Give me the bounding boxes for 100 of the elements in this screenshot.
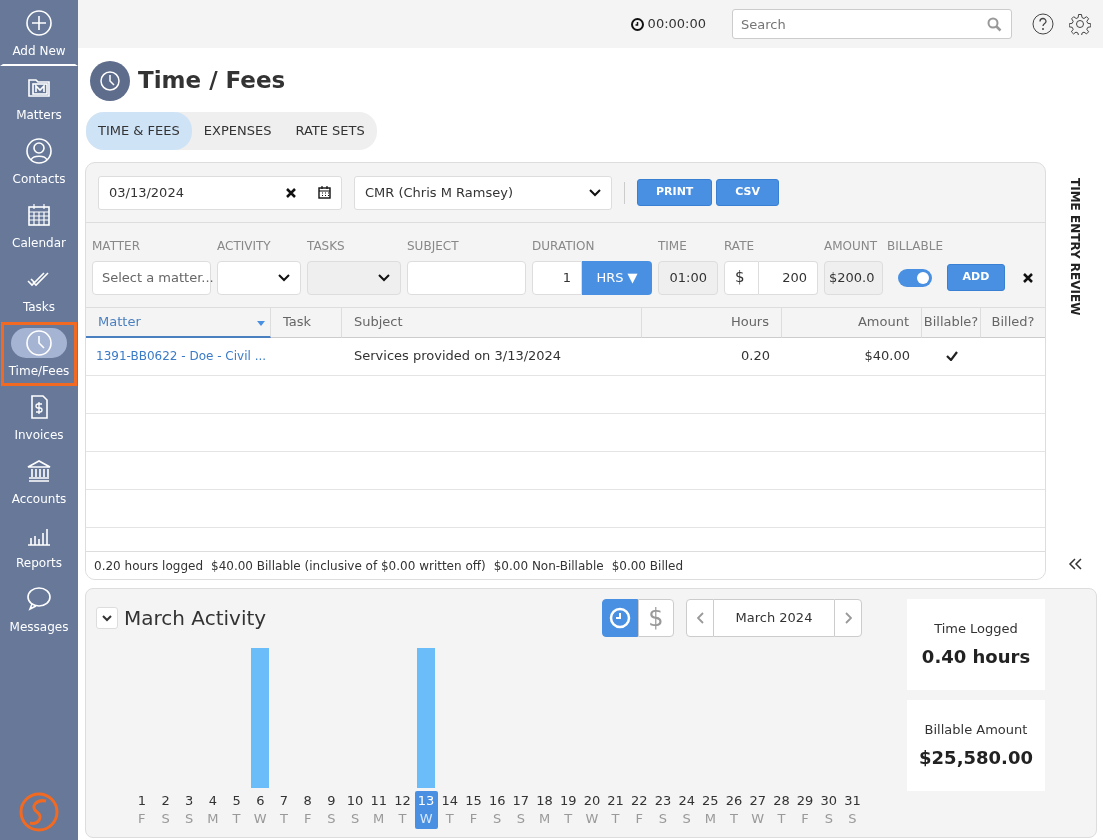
- clock-icon: [630, 17, 644, 31]
- day-tile[interactable]: 23 S: [651, 791, 675, 829]
- month-label: March 2024: [714, 599, 834, 637]
- clock-icon: [90, 61, 130, 101]
- sidebar-item[interactable]: Invoices: [1, 386, 77, 450]
- column-header[interactable]: Amount: [782, 307, 922, 338]
- day-tile[interactable]: 18 M: [533, 791, 557, 829]
- day-number: 31: [844, 792, 861, 810]
- day-number: 24: [678, 792, 695, 810]
- day-number: 5: [232, 792, 241, 810]
- column-header[interactable]: Task: [271, 307, 342, 338]
- weekday-letter: F: [138, 810, 146, 828]
- sidebar-item[interactable]: Contacts: [1, 130, 77, 194]
- billable-toggle[interactable]: [898, 268, 932, 287]
- day-tile[interactable]: 19 T: [556, 791, 580, 829]
- summary-text: $40.00 Billable (inclusive of $0.00 written off): [211, 557, 486, 575]
- day-tile[interactable]: 7 T: [272, 791, 296, 829]
- tab[interactable]: TIME & FEES: [86, 112, 192, 150]
- chevron-down-icon: [589, 188, 601, 197]
- tab[interactable]: RATE SETS: [283, 112, 377, 150]
- day-tile[interactable]: 9 S: [319, 791, 343, 829]
- user-select[interactable]: CMR (Chris M Ramsey): [354, 175, 612, 210]
- weekday-letter: S: [185, 810, 194, 828]
- previous-button[interactable]: [686, 599, 714, 637]
- day-tile[interactable]: 10 S: [343, 791, 367, 829]
- collapse-icon[interactable]: [1067, 558, 1082, 570]
- day-tile[interactable]: 31 S: [840, 791, 864, 829]
- column-header[interactable]: Billed?: [981, 307, 1046, 338]
- day-tile[interactable]: 5 T: [225, 791, 249, 829]
- matter-field[interactable]: Select a matter...: [92, 260, 211, 295]
- day-tile[interactable]: 27 W: [746, 791, 770, 829]
- rate-field[interactable]: 200: [759, 260, 818, 295]
- sidebar-item[interactable]: Messages: [1, 578, 77, 642]
- day-tile[interactable]: 25 M: [698, 791, 722, 829]
- weekday-letter: W: [253, 810, 267, 828]
- day-tile[interactable]: 14 T: [438, 791, 462, 829]
- stat-label: Time Logged: [934, 620, 1018, 639]
- weekday-letter: T: [445, 810, 454, 828]
- day-number: 11: [370, 792, 387, 810]
- next-button[interactable]: [834, 599, 862, 637]
- column-header[interactable]: Billable?: [922, 307, 981, 338]
- logo-icon: [19, 792, 59, 832]
- day-tile[interactable]: 24 S: [675, 791, 699, 829]
- weekday-letter: W: [419, 810, 433, 828]
- day-tile[interactable]: 28 T: [769, 791, 793, 829]
- panel-title[interactable]: TIME ENTRY REVIEW: [1065, 177, 1084, 315]
- weekday-letter: M: [373, 810, 385, 828]
- weekday-letter: S: [350, 810, 360, 828]
- weekday-letter: T: [564, 810, 573, 828]
- sidebar-item[interactable]: Tasks: [1, 258, 77, 322]
- day-tile[interactable]: 12 T: [390, 791, 414, 829]
- mode-button[interactable]: [602, 599, 638, 637]
- search-field[interactable]: Search: [732, 9, 1012, 39]
- sidebar-item[interactable]: Accounts: [1, 450, 77, 514]
- day-tile[interactable]: 30 S: [817, 791, 841, 829]
- sidebar-item[interactable]: Calendar: [1, 194, 77, 258]
- day-tile[interactable]: 17 S: [509, 791, 533, 829]
- day-tile[interactable]: 1 F: [130, 791, 154, 829]
- day-tile[interactable]: 16 S: [485, 791, 509, 829]
- help-icon[interactable]: [1032, 13, 1054, 35]
- weekday-letter: T: [280, 810, 288, 828]
- day-tile[interactable]: 4 M: [201, 791, 225, 829]
- sidebar-item[interactable]: Reports: [1, 514, 77, 578]
- day-number: 17: [512, 792, 530, 810]
- day-tile[interactable]: 26 T: [722, 791, 746, 829]
- day-tile[interactable]: 21 T: [604, 791, 628, 829]
- summary-text: 0.20 hours logged: [94, 557, 203, 575]
- collapse-button[interactable]: [96, 607, 118, 629]
- day-number: 30: [820, 792, 838, 810]
- weekday-letter: S: [848, 810, 857, 828]
- dropdown-field[interactable]: [217, 260, 301, 295]
- close-icon: [1023, 272, 1033, 283]
- sidebar-item[interactable]: Time/Fees: [1, 322, 77, 386]
- settings-icon[interactable]: [1069, 13, 1091, 35]
- stat-value: $25,580.00: [919, 745, 1033, 770]
- subject-field[interactable]: [407, 260, 526, 295]
- day-number: 2: [161, 792, 170, 810]
- day-tile[interactable]: 3 S: [177, 791, 201, 829]
- weekday-letter: S: [493, 810, 502, 828]
- day-tile[interactable]: 8 F: [296, 791, 320, 829]
- day-tile[interactable]: 6 W: [248, 791, 272, 829]
- day-tile[interactable]: 11 M: [367, 791, 391, 829]
- date-field[interactable]: 03/13/2024: [98, 175, 342, 210]
- day-tile[interactable]: 20 W: [580, 791, 604, 829]
- day-number: 23: [654, 792, 672, 810]
- tab[interactable]: EXPENSES: [191, 112, 284, 150]
- day-tile[interactable]: 15 F: [461, 791, 485, 829]
- matter-link[interactable]: 1391-BB0622 - Doe - Civil ...: [86, 337, 271, 375]
- day-tile[interactable]: 29 F: [793, 791, 817, 829]
- weekday-letter: T: [730, 810, 738, 828]
- weekday-letter: S: [161, 810, 170, 828]
- chevron-left-icon: [696, 612, 704, 624]
- day-tile[interactable]: 22 F: [627, 791, 651, 829]
- column-header[interactable]: Hours: [642, 307, 782, 338]
- day-number: 6: [256, 792, 265, 810]
- day-tile[interactable]: 2 S: [154, 791, 178, 829]
- weekday-letter: M: [538, 810, 551, 828]
- sidebar-item[interactable]: Matters: [1, 66, 77, 130]
- duration-field[interactable]: 1: [532, 260, 582, 295]
- column-header[interactable]: Subject: [342, 307, 642, 338]
